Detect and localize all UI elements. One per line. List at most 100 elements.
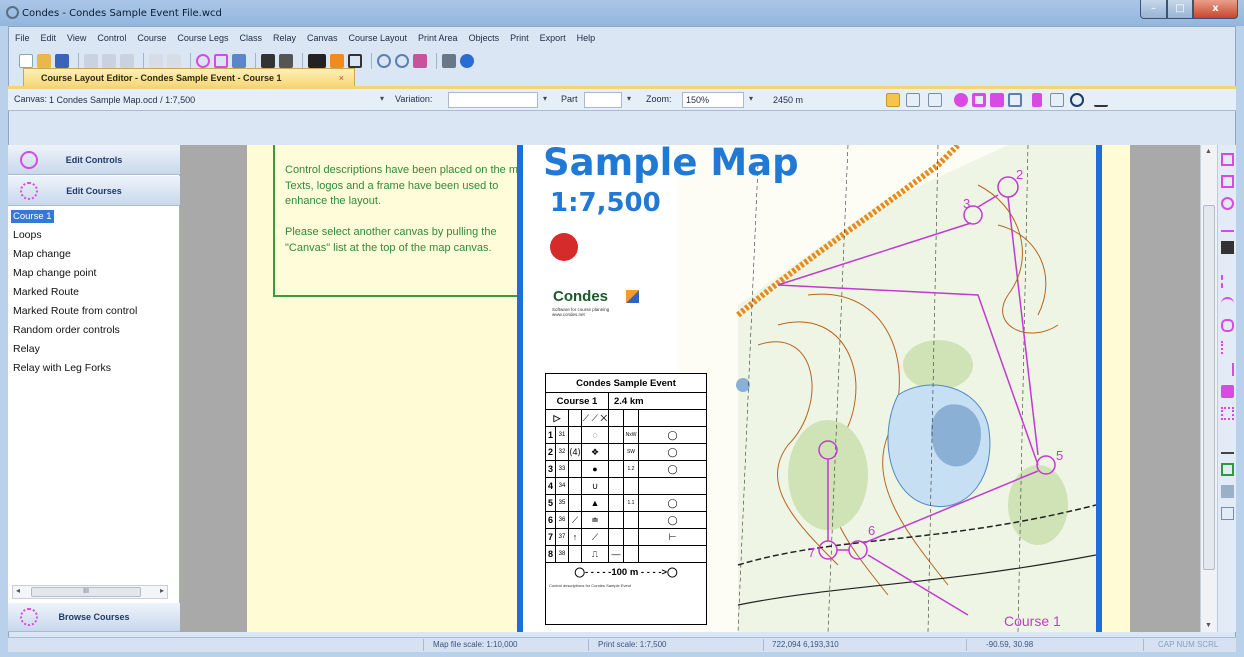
text-tool-icon[interactable] — [1221, 441, 1234, 454]
part-select[interactable] — [584, 92, 622, 108]
list-item[interactable]: Course 1 — [8, 207, 180, 226]
scroll-left-icon[interactable]: ◂ — [16, 586, 20, 595]
sidebar-horizontal-scrollbar[interactable]: ◂ III ▸ — [12, 585, 168, 599]
menu-edit[interactable]: Edit — [41, 33, 57, 43]
draw-line-icon[interactable] — [954, 93, 968, 107]
class-icon[interactable] — [232, 54, 246, 68]
menu-course-legs[interactable]: Course Legs — [177, 33, 228, 43]
pointer-multi-icon[interactable] — [928, 93, 942, 107]
menu-course-layout[interactable]: Course Layout — [349, 33, 408, 43]
chevron-down-icon[interactable]: ▾ — [622, 92, 636, 108]
scroll-thumb[interactable]: III — [31, 587, 141, 597]
image-tool-icon[interactable] — [1221, 485, 1234, 498]
variation-select[interactable] — [448, 92, 538, 108]
edit-controls-button[interactable]: Edit Controls — [8, 145, 180, 175]
undo-icon[interactable] — [149, 54, 163, 68]
chevron-down-icon[interactable]: ▾ — [744, 92, 758, 108]
menu-course[interactable]: Course — [137, 33, 166, 43]
marked-route-icon[interactable] — [1221, 275, 1234, 288]
print-area-icon[interactable] — [348, 54, 362, 68]
chevron-down-icon[interactable]: ▾ — [375, 92, 389, 108]
arrow-tool-icon[interactable] — [1221, 363, 1234, 376]
select-tool-icon[interactable] — [886, 93, 900, 107]
paste-icon[interactable] — [120, 54, 134, 68]
arc-tool-icon[interactable] — [1221, 297, 1234, 310]
menu-view[interactable]: View — [67, 33, 86, 43]
close-button[interactable]: x — [1193, 0, 1238, 19]
zoom-out-icon[interactable] — [395, 54, 409, 68]
list-item[interactable]: Random order controls — [8, 321, 180, 340]
menu-export[interactable]: Export — [540, 33, 566, 43]
browse-courses-button[interactable]: Browse Courses — [8, 603, 180, 632]
save-icon[interactable] — [55, 54, 69, 68]
description-cell-d: ● — [582, 461, 609, 477]
scroll-right-icon[interactable]: ▸ — [160, 586, 164, 595]
pointer-icon[interactable] — [906, 93, 920, 107]
play-tool-icon[interactable] — [1221, 175, 1234, 188]
plus-tool-icon[interactable] — [1221, 385, 1234, 398]
new-file-icon[interactable] — [19, 54, 33, 68]
scroll-down-icon[interactable]: ▼ — [1205, 622, 1212, 629]
zoom-select[interactable]: 150% — [682, 92, 744, 108]
list-item[interactable]: Relay with Leg Forks — [8, 359, 180, 378]
leg-icon[interactable] — [279, 54, 293, 68]
rectangle-icon[interactable] — [1008, 93, 1022, 107]
text-block-icon[interactable] — [1221, 241, 1234, 254]
printer-icon[interactable] — [442, 54, 456, 68]
zoom-in-icon[interactable] — [377, 54, 391, 68]
maximize-button[interactable]: □ — [1167, 0, 1193, 19]
list-item[interactable]: Loops — [8, 226, 180, 245]
menu-canvas[interactable]: Canvas — [307, 33, 338, 43]
map-canvas[interactable]: Control descriptions have been placed on… — [180, 145, 1200, 632]
chevron-down-icon[interactable]: ▾ — [538, 92, 552, 108]
tab-close-icon[interactable]: × — [339, 73, 344, 83]
menu-control[interactable]: Control — [97, 33, 126, 43]
cut-icon[interactable] — [84, 54, 98, 68]
tab-course-layout-editor[interactable]: Course Layout Editor - Condes Sample Eve… — [23, 68, 355, 86]
label-icon[interactable] — [1032, 93, 1042, 107]
course-icon[interactable] — [214, 54, 228, 68]
canvas-vertical-scrollbar[interactable]: ▲ ▼ — [1200, 145, 1217, 632]
cross-tool-icon[interactable] — [1221, 407, 1234, 420]
dotted-line-icon[interactable] — [1221, 341, 1234, 354]
list-item[interactable]: Marked Route from control — [8, 302, 180, 321]
help-icon[interactable] — [460, 54, 474, 68]
menu-print[interactable]: Print — [510, 33, 529, 43]
line-tool-icon[interactable] — [1221, 219, 1234, 232]
control-icon[interactable] — [196, 54, 210, 68]
open-folder-icon[interactable] — [37, 54, 51, 68]
scroll-thumb[interactable] — [1203, 205, 1215, 570]
crossing-icon[interactable] — [1221, 319, 1234, 332]
menu-file[interactable]: File — [15, 33, 30, 43]
redo-icon[interactable] — [167, 54, 181, 68]
canvas-select[interactable]: 1 Condes Sample Map.ocd / 1:7,500 — [45, 92, 375, 108]
menu-objects[interactable]: Objects — [469, 33, 500, 43]
scroll-up-icon[interactable]: ▲ — [1205, 148, 1212, 155]
refresh-icon[interactable] — [1070, 93, 1084, 107]
rectangle-tool-icon[interactable] — [1221, 463, 1234, 476]
description-tool-icon[interactable] — [1221, 507, 1234, 520]
list-item[interactable]: Relay — [8, 340, 180, 359]
key-icon[interactable] — [308, 54, 326, 68]
list-item[interactable]: Marked Route — [8, 283, 180, 302]
layout-icon[interactable] — [330, 54, 344, 68]
menu-class[interactable]: Class — [239, 33, 262, 43]
toolbar-separator — [78, 53, 79, 69]
control-tool-icon[interactable] — [1221, 197, 1234, 210]
course-length-readout: 2450 m — [773, 95, 804, 105]
list-item[interactable]: Map change — [8, 245, 180, 264]
frame-icon[interactable] — [972, 93, 986, 107]
menu-relay[interactable]: Relay — [273, 33, 296, 43]
list-item[interactable]: Map change point — [8, 264, 180, 283]
edit-courses-button[interactable]: Edit Courses — [8, 176, 180, 206]
tools-icon[interactable] — [1050, 93, 1064, 107]
rectangle-fill-icon[interactable] — [990, 93, 1004, 107]
start-tool-icon[interactable] — [1221, 153, 1234, 166]
menu-help[interactable]: Help — [577, 33, 596, 43]
menu-print-area[interactable]: Print Area — [418, 33, 458, 43]
copy-icon[interactable] — [102, 54, 116, 68]
zoom-fit-icon[interactable] — [413, 54, 427, 68]
ruler-icon[interactable] — [1094, 93, 1108, 107]
minimize-button[interactable]: – — [1140, 0, 1167, 19]
relay-icon[interactable] — [261, 54, 275, 68]
